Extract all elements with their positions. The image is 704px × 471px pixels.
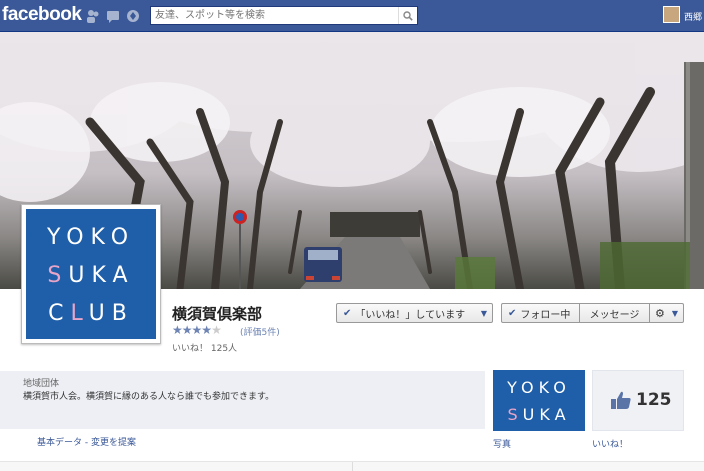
search-input[interactable] [151,7,401,24]
photos-app-thumbnail[interactable]: YOKO SUKA [493,370,585,431]
club-logo: YOKO SUKA CLUB [26,209,156,339]
star-icon: ★ [172,323,183,337]
star-icon: ★ [201,323,212,337]
photo-logo-line-2-rest: UKA [522,405,571,424]
club-logo-line-1: YOKO [46,225,136,250]
likes-app-label[interactable]: いいね！ [592,437,628,450]
search-icon [403,10,413,21]
club-logo-letter-l: L [70,301,89,326]
search-box[interactable] [150,6,418,25]
star-icon: ★ [181,323,193,337]
liked-button[interactable]: ✔ 「いいね！」しています ▼ [336,303,493,323]
friend-requests-icon[interactable] [86,8,100,23]
page-description: 横須賀市人会。横須賀に縁のある人なら誰でも参加できます。 [23,392,275,402]
star-icon: ★ [191,323,203,337]
rating-stars[interactable]: ★★★★★ [172,323,222,337]
photo-logo-line-1: YOKO [507,378,571,397]
club-logo-line-2: SUKA [26,263,156,288]
gear-icon: ⚙ [655,306,665,320]
likes-app-box[interactable]: 125 [592,370,684,431]
check-icon: ✔ [343,307,352,319]
check-icon: ✔ [508,307,517,319]
club-logo-line-3-start: C [48,301,71,326]
search-button[interactable] [398,7,417,24]
star-empty-icon: ★ [211,323,222,337]
message-button-label: メッセージ [589,309,640,321]
page-category: 地域団体 [23,379,60,389]
following-button[interactable]: ✔ フォロー中 [501,303,580,323]
profile-picture[interactable]: YOKO SUKA CLUB [21,204,161,344]
liked-button-label: 「いいね！」しています [355,309,466,321]
facebook-logo[interactable]: facebook [2,4,82,26]
following-button-label: フォロー中 [520,309,571,321]
photo-logo-line-2: SUKA [493,405,585,424]
likes-count-text: いいね！ 125人 [172,344,238,354]
about-links[interactable]: 基本データ - 変更を提案 [37,435,136,448]
review-count-link[interactable]: (評価5件) [240,325,280,338]
club-logo-letter-s: S [47,263,69,288]
message-button[interactable]: メッセージ [579,303,650,323]
club-logo-line-2-rest: UKA [68,263,135,288]
photo-logo-letter-s: S [507,405,523,424]
top-navigation-bar: facebook 西郷 [0,0,704,32]
user-avatar[interactable] [663,6,680,23]
dropdown-arrow-icon: ▼ [480,308,487,318]
messages-icon[interactable] [106,8,120,23]
thumbs-up-icon [611,391,631,409]
user-name-link[interactable]: 西郷 [684,10,702,23]
dropdown-arrow-icon: ▼ [671,308,678,318]
settings-dropdown-button[interactable]: ⚙ ▼ [649,303,684,323]
likes-app-count: 125 [636,390,672,410]
club-logo-line-3-rest: UB [88,301,134,326]
club-logo-line-3: CLUB [26,301,156,326]
photos-app-label[interactable]: 写真 [493,437,511,450]
notifications-icon[interactable] [126,8,140,22]
page-title: 横須賀倶楽部 [172,305,263,323]
